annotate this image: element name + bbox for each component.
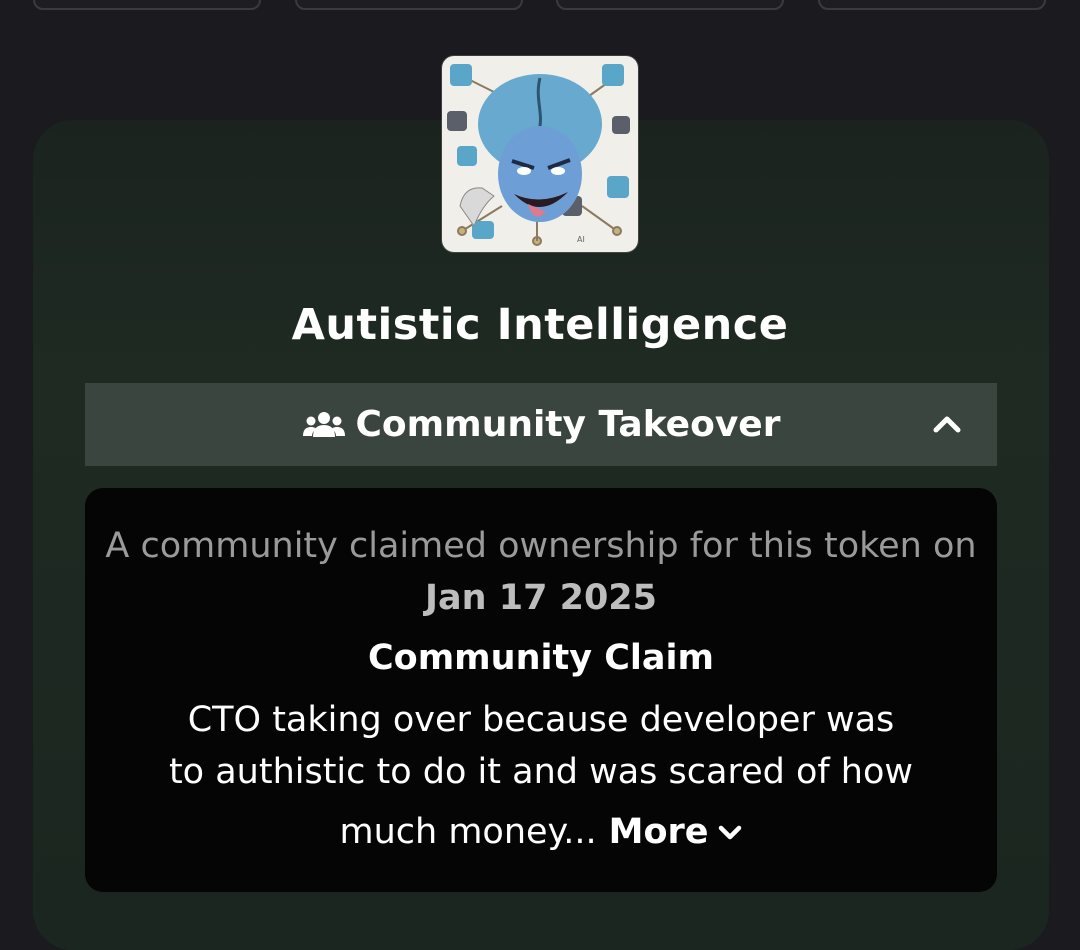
claim-line: CTO taking over because developer was xyxy=(187,700,895,740)
chevron-down-icon xyxy=(718,825,741,840)
top-tab-3[interactable] xyxy=(556,0,784,10)
claim-line: much money... xyxy=(339,812,597,852)
token-avatar: AI xyxy=(442,56,638,252)
claim-line: to authistic to do it and was scared of … xyxy=(168,752,914,792)
svg-text:AI: AI xyxy=(577,235,585,244)
takeover-details-panel: A community claimed ownership for this t… xyxy=(85,488,997,892)
top-tab-1[interactable] xyxy=(33,0,261,10)
more-button[interactable]: More xyxy=(609,806,743,858)
takeover-description-text: A community claimed ownership for this t… xyxy=(105,526,977,566)
takeover-description: A community claimed ownership for this t… xyxy=(105,520,977,624)
more-label: More xyxy=(608,812,709,852)
users-icon xyxy=(302,411,346,439)
community-takeover-toggle[interactable]: Community Takeover xyxy=(85,383,997,466)
community-takeover-label: Community Takeover xyxy=(355,404,781,445)
top-tab-4[interactable] xyxy=(818,0,1046,10)
chevron-up-icon[interactable] xyxy=(931,409,963,441)
token-name: Autistic Intelligence xyxy=(291,300,789,350)
community-claim-text: CTO taking over because developer was to… xyxy=(125,694,957,858)
top-tab-2[interactable] xyxy=(295,0,523,10)
community-claim-title: Community Claim xyxy=(367,638,714,678)
takeover-date: Jan 17 2025 xyxy=(424,578,658,618)
